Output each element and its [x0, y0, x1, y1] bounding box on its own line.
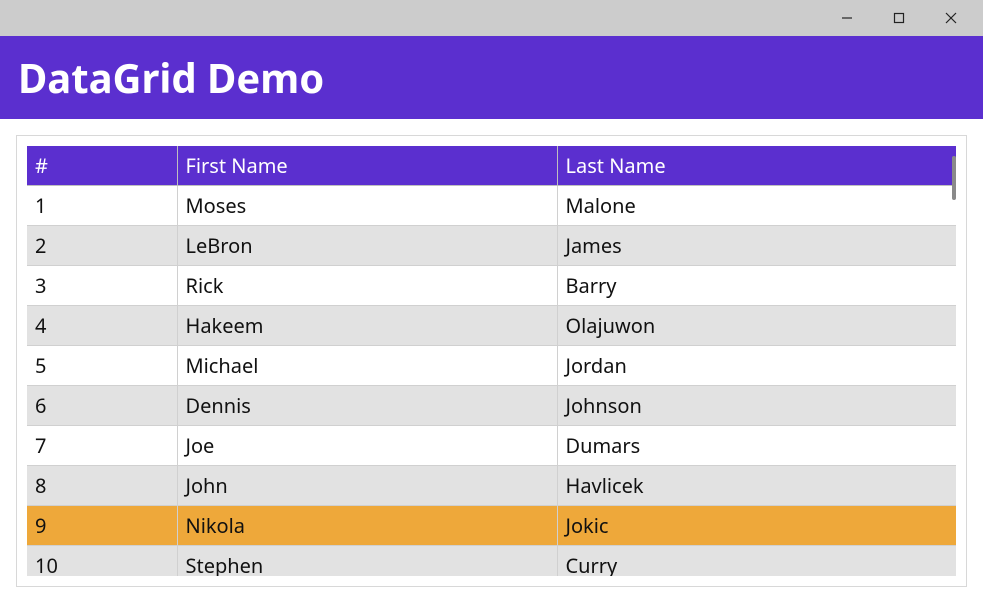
cell-first-name[interactable]: Hakeem — [177, 306, 557, 346]
cell-first-name[interactable]: Joe — [177, 426, 557, 466]
cell-index[interactable]: 3 — [27, 266, 177, 306]
minimize-button[interactable] — [821, 0, 873, 36]
cell-last-name[interactable]: Dumars — [557, 426, 956, 466]
data-grid[interactable]: # First Name Last Name 1MosesMalone2LeBr… — [27, 146, 956, 576]
cell-last-name[interactable]: Jordan — [557, 346, 956, 386]
cell-first-name[interactable]: John — [177, 466, 557, 506]
scrollbar-thumb[interactable] — [952, 156, 956, 200]
close-button[interactable] — [925, 0, 977, 36]
cell-index[interactable]: 4 — [27, 306, 177, 346]
cell-index[interactable]: 7 — [27, 426, 177, 466]
column-header-lastname[interactable]: Last Name — [557, 146, 956, 186]
table-row[interactable]: 1MosesMalone — [27, 186, 956, 226]
cell-first-name[interactable]: Moses — [177, 186, 557, 226]
cell-last-name[interactable]: Curry — [557, 546, 956, 577]
cell-first-name[interactable]: LeBron — [177, 226, 557, 266]
cell-last-name[interactable]: James — [557, 226, 956, 266]
column-header-index[interactable]: # — [27, 146, 177, 186]
cell-index[interactable]: 10 — [27, 546, 177, 577]
table-row[interactable]: 8JohnHavlicek — [27, 466, 956, 506]
table-row[interactable]: 2LeBronJames — [27, 226, 956, 266]
cell-first-name[interactable]: Nikola — [177, 506, 557, 546]
table-row[interactable]: 5MichaelJordan — [27, 346, 956, 386]
cell-index[interactable]: 9 — [27, 506, 177, 546]
content-area: # First Name Last Name 1MosesMalone2LeBr… — [0, 119, 983, 587]
cell-index[interactable]: 6 — [27, 386, 177, 426]
table-row[interactable]: 4HakeemOlajuwon — [27, 306, 956, 346]
maximize-button[interactable] — [873, 0, 925, 36]
grid-panel: # First Name Last Name 1MosesMalone2LeBr… — [16, 135, 967, 587]
cell-last-name[interactable]: Jokic — [557, 506, 956, 546]
cell-first-name[interactable]: Stephen — [177, 546, 557, 577]
cell-index[interactable]: 2 — [27, 226, 177, 266]
cell-last-name[interactable]: Havlicek — [557, 466, 956, 506]
table-row[interactable]: 6DennisJohnson — [27, 386, 956, 426]
grid-header-row: # First Name Last Name — [27, 146, 956, 186]
cell-last-name[interactable]: Johnson — [557, 386, 956, 426]
cell-first-name[interactable]: Rick — [177, 266, 557, 306]
column-header-firstname[interactable]: First Name — [177, 146, 557, 186]
cell-first-name[interactable]: Dennis — [177, 386, 557, 426]
cell-index[interactable]: 8 — [27, 466, 177, 506]
cell-index[interactable]: 5 — [27, 346, 177, 386]
cell-last-name[interactable]: Malone — [557, 186, 956, 226]
minimize-icon — [841, 12, 853, 24]
maximize-icon — [893, 12, 905, 24]
cell-first-name[interactable]: Michael — [177, 346, 557, 386]
cell-last-name[interactable]: Barry — [557, 266, 956, 306]
table-row[interactable]: 3RickBarry — [27, 266, 956, 306]
table-row[interactable]: 10StephenCurry — [27, 546, 956, 577]
close-icon — [945, 12, 957, 24]
table-row[interactable]: 7JoeDumars — [27, 426, 956, 466]
table-row[interactable]: 9NikolaJokic — [27, 506, 956, 546]
cell-index[interactable]: 1 — [27, 186, 177, 226]
app-banner: DataGrid Demo — [0, 36, 983, 119]
page-title: DataGrid Demo — [18, 50, 965, 105]
titlebar — [0, 0, 983, 36]
cell-last-name[interactable]: Olajuwon — [557, 306, 956, 346]
grid-scroll-viewport[interactable]: # First Name Last Name 1MosesMalone2LeBr… — [27, 146, 956, 576]
